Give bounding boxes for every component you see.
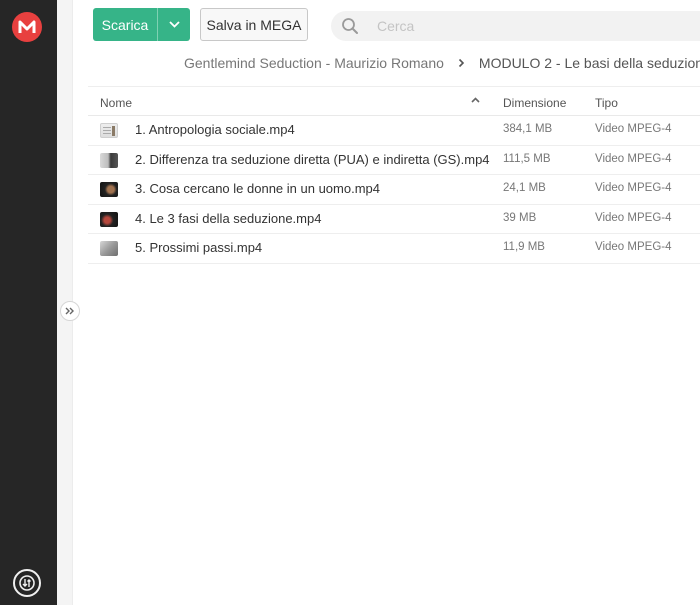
column-header-name[interactable]: Nome xyxy=(100,96,132,110)
expand-panel-icon[interactable] xyxy=(60,301,80,321)
sort-ascending-icon[interactable] xyxy=(471,97,480,103)
table-row[interactable]: 5. Prossimi passi.mp4 11,9 MB Video MPEG… xyxy=(88,234,700,264)
video-thumbnail xyxy=(100,211,118,227)
search-icon xyxy=(342,18,358,34)
video-thumbnail xyxy=(100,182,118,197)
breadcrumb: Gentlemind Seduction - Maurizio Romano M… xyxy=(184,55,700,71)
file-type: Video MPEG-4 xyxy=(595,182,672,194)
mega-logo-icon[interactable] xyxy=(12,12,42,42)
download-button-label: Scarica xyxy=(101,16,149,33)
file-list: 1. Antropologia sociale.mp4 384,1 MB Vid… xyxy=(88,116,700,264)
breadcrumb-parent[interactable]: Gentlemind Seduction - Maurizio Romano xyxy=(184,55,444,71)
file-name: 4. Le 3 fasi della seduzione.mp4 xyxy=(135,210,322,226)
file-name: 1. Antropologia sociale.mp4 xyxy=(135,122,295,137)
table-row[interactable]: 2. Differenza tra seduzione diretta (PUA… xyxy=(88,146,700,175)
file-size: 384,1 MB xyxy=(503,123,553,135)
file-type: Video MPEG-4 xyxy=(595,152,672,165)
search-box xyxy=(331,11,700,41)
download-button[interactable]: Scarica xyxy=(93,8,190,41)
table-header: Nome Dimensione Tipo xyxy=(88,86,700,116)
file-type: Video MPEG-4 xyxy=(595,241,672,253)
file-name: 2. Differenza tra seduzione diretta (PUA… xyxy=(135,151,490,167)
video-thumbnail xyxy=(100,152,118,168)
save-to-mega-button[interactable]: Salva in MEGA xyxy=(200,8,308,41)
file-name: 3. Cosa cercano le donne in un uomo.mp4 xyxy=(135,181,380,196)
file-size: 11,9 MB xyxy=(503,241,545,253)
chevron-right-icon xyxy=(458,58,465,68)
search-input[interactable] xyxy=(375,17,629,35)
file-size: 111,5 MB xyxy=(503,152,551,165)
file-size: 39 MB xyxy=(503,211,537,224)
breadcrumb-current[interactable]: MODULO 2 - Le basi della seduzione xyxy=(479,55,700,71)
file-type: Video MPEG-4 xyxy=(595,123,672,135)
file-name: 5. Prossimi passi.mp4 xyxy=(135,240,263,255)
transfer-manager-icon[interactable] xyxy=(13,569,41,597)
table-row[interactable]: 1. Antropologia sociale.mp4 384,1 MB Vid… xyxy=(88,116,700,146)
column-header-type[interactable]: Tipo xyxy=(595,96,618,110)
chevron-down-icon[interactable] xyxy=(158,21,190,28)
sidebar xyxy=(0,0,57,605)
table-row[interactable]: 4. Le 3 fasi della seduzione.mp4 39 MB V… xyxy=(88,205,700,234)
video-thumbnail xyxy=(100,241,118,256)
table-row[interactable]: 3. Cosa cercano le donne in un uomo.mp4 … xyxy=(88,175,700,205)
file-type: Video MPEG-4 xyxy=(595,211,672,224)
column-header-size[interactable]: Dimensione xyxy=(503,96,566,110)
file-size: 24,1 MB xyxy=(503,182,546,194)
video-thumbnail xyxy=(100,123,118,138)
toolbar: Scarica Salva in MEGA Gentlemind Seducti… xyxy=(72,0,700,86)
